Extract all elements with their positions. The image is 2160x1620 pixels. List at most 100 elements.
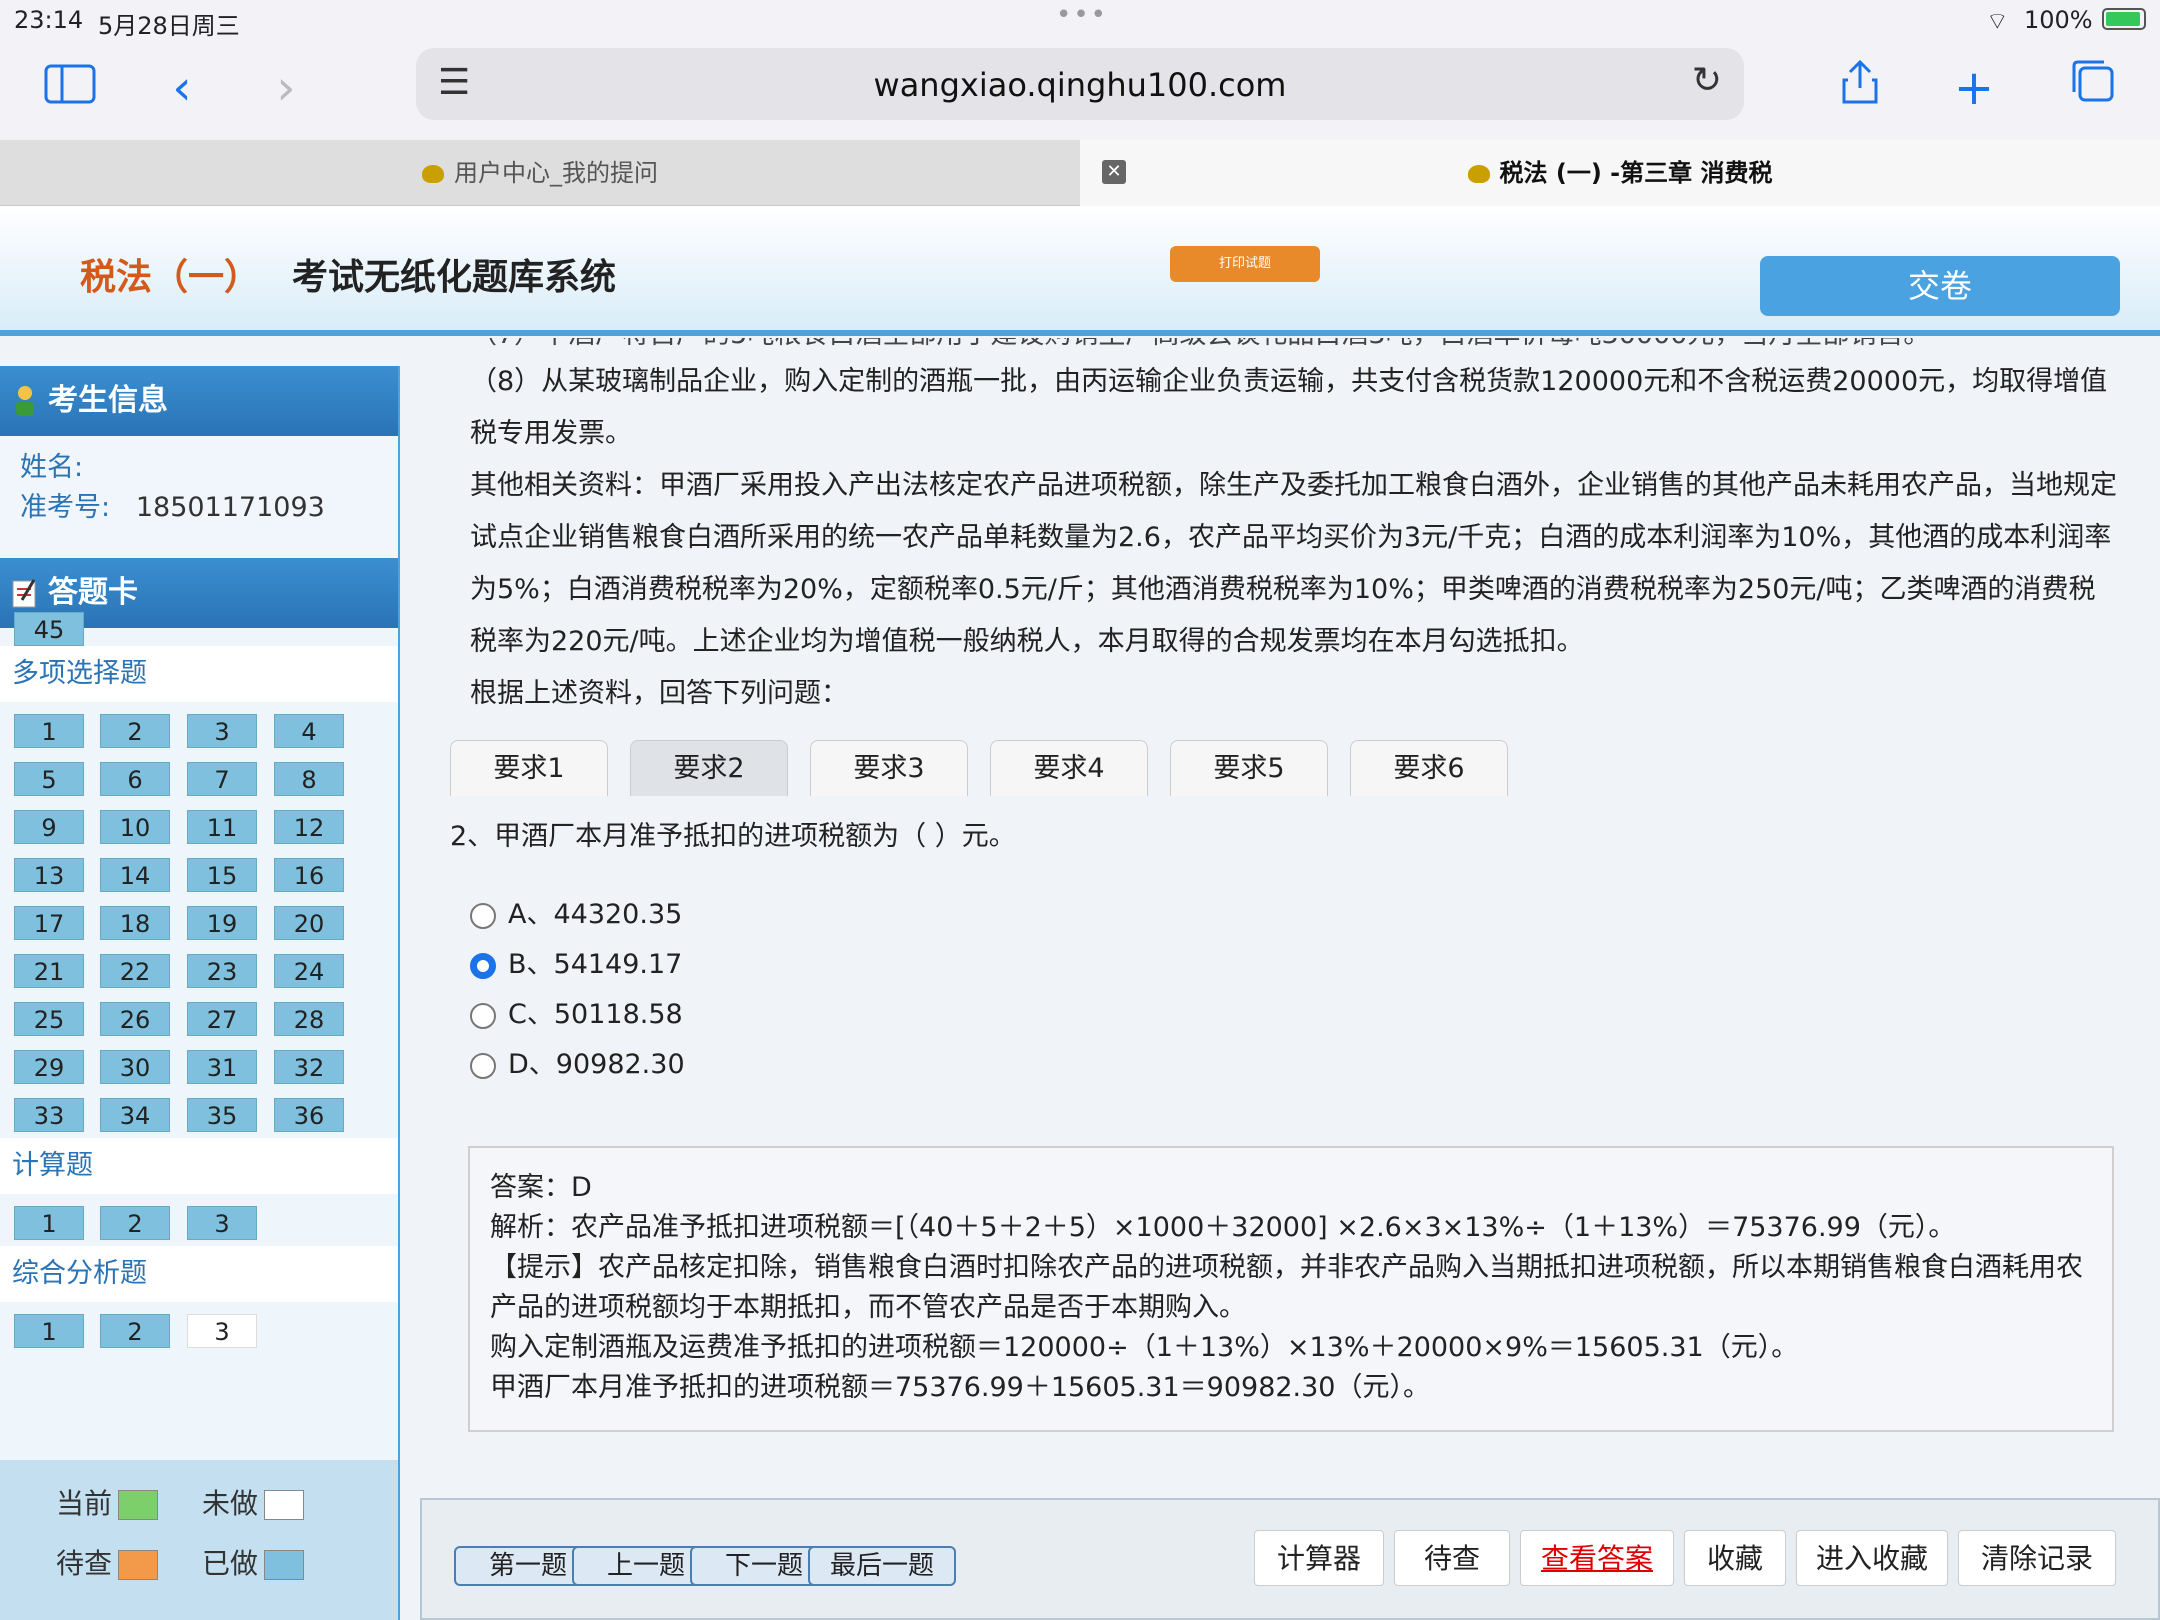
question-number[interactable]: 36 <box>274 1098 344 1132</box>
question-number[interactable]: 2 <box>100 1314 170 1348</box>
answer-option[interactable]: D、90982.30 <box>470 1042 685 1081</box>
calculator-button[interactable]: 计算器 <box>1254 1530 1384 1586</box>
radio-button[interactable] <box>470 902 496 929</box>
question-number[interactable]: 35 <box>187 1098 257 1132</box>
question-number[interactable]: 12 <box>274 810 344 844</box>
question-number[interactable]: 7 <box>187 762 257 796</box>
candidate-icon <box>16 386 34 416</box>
subject-title: 税法（一） <box>80 257 261 298</box>
answer-card-icon <box>12 579 36 608</box>
favorite-button[interactable]: 收藏 <box>1684 1530 1786 1586</box>
question-number[interactable]: 31 <box>187 1050 257 1084</box>
option-label: C、50118.58 <box>508 999 683 1030</box>
tab-label: 税法 (一) -第三章 消费税 <box>1499 159 1773 187</box>
clear-record-button[interactable]: 清除记录 <box>1958 1530 2116 1586</box>
back-icon[interactable]: ‹ <box>152 58 212 118</box>
candidate-info-title: 考生信息 <box>48 383 168 418</box>
forward-icon[interactable]: › <box>256 58 316 118</box>
question-number[interactable]: 32 <box>274 1050 344 1084</box>
answer-card: 45 多项选择题 1 2 3 4 5 6 7 8 9 10 11 12 13 14 15 16 17 18 19 20 21… <box>0 612 398 1476</box>
requirement-tab[interactable]: 要求2 <box>630 740 788 796</box>
question-number[interactable]: 25 <box>14 1002 84 1036</box>
requirement-tab[interactable]: 要求3 <box>810 740 968 796</box>
question-number[interactable]: 2 <box>100 1206 170 1240</box>
question-number[interactable]: 1 <box>14 1314 84 1348</box>
question-number[interactable]: 17 <box>14 906 84 940</box>
question-number[interactable]: 27 <box>187 1002 257 1036</box>
question-number[interactable]: 19 <box>187 906 257 940</box>
answer-option[interactable]: C、50118.58 <box>470 992 683 1031</box>
material-other: 其他相关资料：甲酒厂采用投入产出法核定农产品进项税额，除生产及委托加工粮食白酒外… <box>470 470 2117 657</box>
requirement-tab[interactable]: 要求4 <box>990 740 1148 796</box>
answer-line: 购入定制酒瓶及运费准予抵扣的进项税额＝120000÷（1＋13%）×13%＋20… <box>490 1332 1799 1363</box>
radio-button[interactable] <box>470 1052 496 1079</box>
close-tab-icon[interactable]: ✕ <box>1102 160 1126 184</box>
question-number[interactable]: 3 <box>187 714 257 748</box>
question-number[interactable]: 18 <box>100 906 170 940</box>
question-number[interactable]: 4 <box>274 714 344 748</box>
question-number[interactable]: 29 <box>14 1050 84 1084</box>
answer-option[interactable]: A、44320.35 <box>470 892 682 931</box>
question-number[interactable]: 10 <box>100 810 170 844</box>
radio-button[interactable] <box>470 952 496 979</box>
view-answer-button[interactable]: 查看答案 <box>1520 1530 1674 1586</box>
share-icon[interactable] <box>1830 58 1890 118</box>
question-number[interactable]: 9 <box>14 810 84 844</box>
question-number[interactable]: 33 <box>14 1098 84 1132</box>
question-number[interactable]: 34 <box>100 1098 170 1132</box>
question-group-title: 计算题 <box>0 1138 398 1194</box>
address-bar[interactable]: ☰ wangxiao.qinghu100.com ↻ <box>416 48 1744 120</box>
reload-icon[interactable]: ↻ <box>1692 60 1722 101</box>
radio-button[interactable] <box>470 1002 496 1029</box>
question-number[interactable]: 8 <box>274 762 344 796</box>
answer-card-title: 答题卡 <box>48 575 138 610</box>
question-number[interactable]: 13 <box>14 858 84 892</box>
option-label: D、90982.30 <box>508 1049 685 1080</box>
legend-current: 当前 <box>56 1482 159 1522</box>
exam-header: 税法（一） 考试无纸化题库系统 打印试题 交卷 <box>0 206 2160 330</box>
question-number[interactable]: 26 <box>100 1002 170 1036</box>
option-label: B、54149.17 <box>508 949 683 980</box>
option-label: A、44320.35 <box>508 899 683 930</box>
question-number[interactable]: 21 <box>14 954 84 988</box>
question-number[interactable]: 3 <box>187 1314 257 1348</box>
tab-user-center[interactable]: 用户中心_我的提问 <box>0 140 1080 206</box>
last-question-button[interactable]: 最后一题 <box>808 1546 956 1586</box>
question-number[interactable]: 1 <box>14 1206 84 1240</box>
question-number[interactable]: 24 <box>274 954 344 988</box>
question-number[interactable]: 30 <box>100 1050 170 1084</box>
tabs-overview-icon[interactable] <box>2062 58 2122 118</box>
question-number[interactable]: 15 <box>187 858 257 892</box>
requirement-tab[interactable]: 要求6 <box>1350 740 1508 796</box>
submit-exam-button[interactable]: 交卷 <box>1760 256 2120 316</box>
question-number[interactable]: 28 <box>274 1002 344 1036</box>
sidebar-icon[interactable] <box>40 58 100 118</box>
legend-undone: 未做 <box>202 1482 305 1522</box>
requirement-tab[interactable]: 要求1 <box>450 740 608 796</box>
material-item-8: （8）从某玻璃制品企业，购入定制的酒瓶一批，由丙运输企业负责运输，共支付含税货款… <box>470 366 2108 449</box>
question-number[interactable]: 6 <box>100 762 170 796</box>
question-number[interactable]: 16 <box>274 858 344 892</box>
question-number[interactable]: 3 <box>187 1206 257 1240</box>
system-title: 考试无纸化题库系统 <box>292 257 617 298</box>
question-number[interactable]: 23 <box>187 954 257 988</box>
question-number[interactable]: 2 <box>100 714 170 748</box>
print-button[interactable]: 打印试题 <box>1170 246 1320 282</box>
question-number[interactable]: 45 <box>14 612 84 646</box>
question-number[interactable]: 14 <box>100 858 170 892</box>
question-number[interactable]: 22 <box>100 954 170 988</box>
question-number[interactable]: 1 <box>14 714 84 748</box>
tab-tax-law[interactable]: ✕ 税法 (一) -第三章 消费税 <box>1080 140 2160 206</box>
open-favorites-button[interactable]: 进入收藏 <box>1796 1530 1948 1586</box>
question-number[interactable]: 20 <box>274 906 344 940</box>
multitask-dots-icon[interactable]: ••• <box>1056 0 1108 30</box>
question-number[interactable]: 5 <box>14 762 84 796</box>
answer-line: 答案：D <box>490 1172 592 1203</box>
new-tab-icon[interactable]: + <box>1944 58 2004 118</box>
mark-pending-button[interactable]: 待查 <box>1394 1530 1510 1586</box>
question-number[interactable]: 11 <box>187 810 257 844</box>
clock: 23:14 <box>14 6 84 34</box>
answer-line: 解析：农产品准予抵扣进项税额＝[（40＋5＋2＋5）×1000＋32000] ×… <box>490 1212 1956 1243</box>
answer-option[interactable]: B、54149.17 <box>470 942 682 981</box>
requirement-tab[interactable]: 要求5 <box>1170 740 1328 796</box>
